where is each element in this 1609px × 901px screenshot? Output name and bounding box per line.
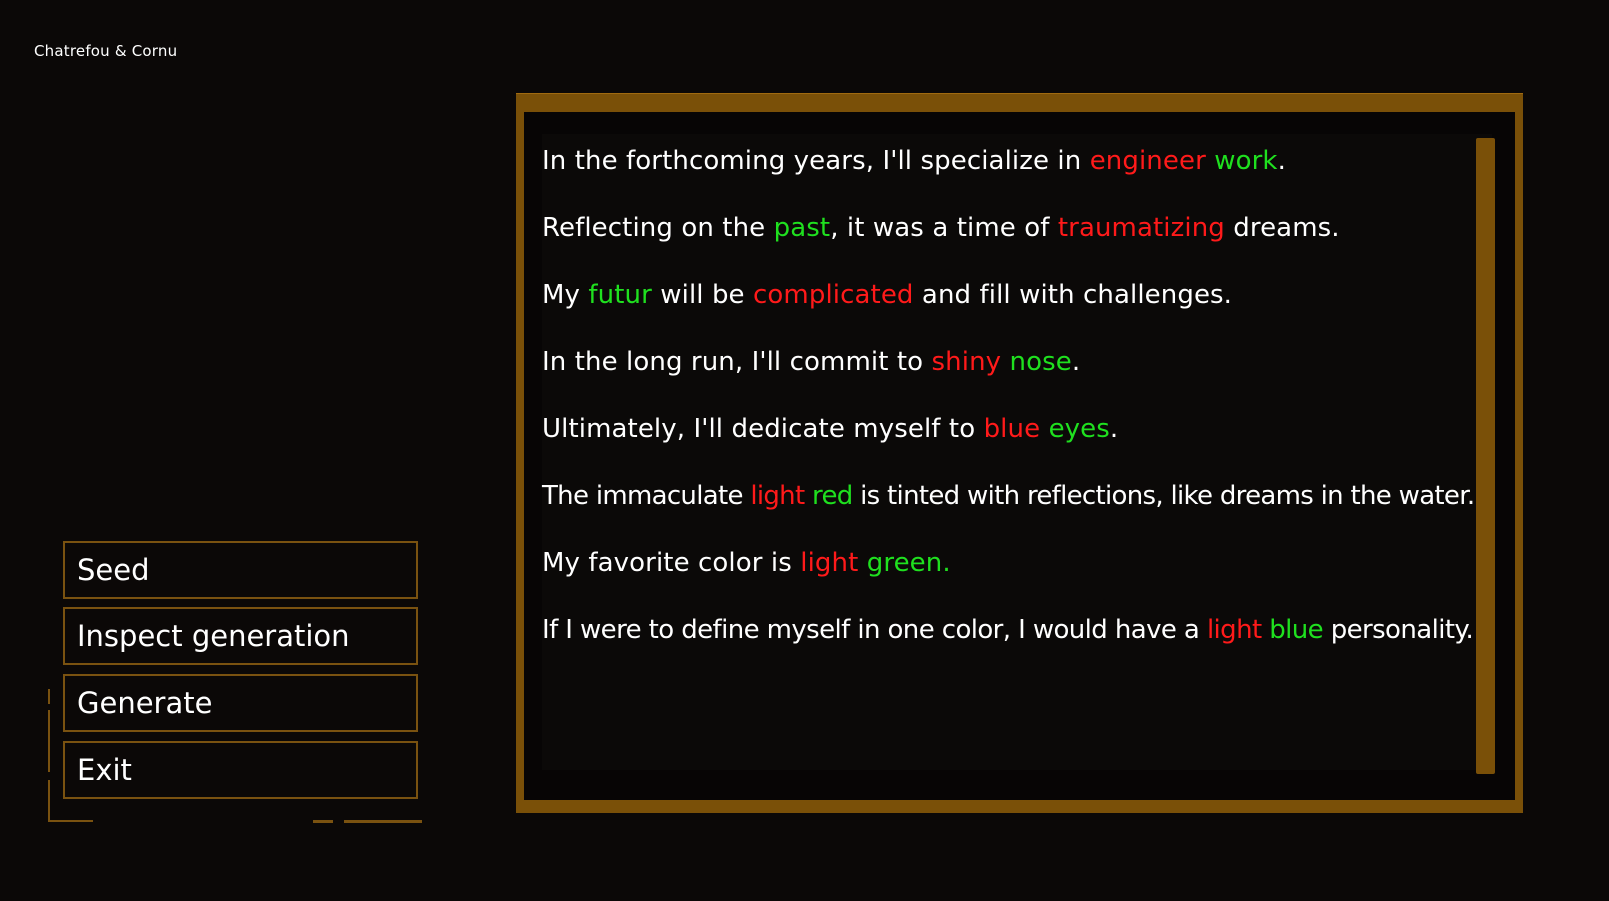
seed-button[interactable]: Seed xyxy=(63,541,418,599)
seed-button-label: Seed xyxy=(77,552,150,587)
generated-text-area: In the forthcoming years, I'll specializ… xyxy=(542,134,1492,770)
text-line-4: In the long run, I'll commit to shiny no… xyxy=(542,347,1081,377)
menu-bracket-bottom-left xyxy=(48,820,93,822)
output-panel-inner: In the forthcoming years, I'll specializ… xyxy=(524,112,1515,800)
text-line-6: The immaculate light red is tinted with … xyxy=(542,481,1475,511)
inspect-generation-label: Inspect generation xyxy=(77,618,350,653)
menu-bracket-bottom-right xyxy=(344,820,422,823)
exit-button-label: Exit xyxy=(77,752,132,787)
generate-button[interactable]: Generate xyxy=(63,674,418,732)
output-panel: In the forthcoming years, I'll specializ… xyxy=(516,93,1523,813)
text-line-5: Ultimately, I'll dedicate myself to blue… xyxy=(542,414,1119,444)
generate-button-label: Generate xyxy=(77,685,213,720)
exit-button[interactable]: Exit xyxy=(63,741,418,799)
text-line-8: If I were to define myself in one color,… xyxy=(542,615,1474,645)
text-line-2: Reflecting on the past, it was a time of… xyxy=(542,213,1340,243)
menu-bracket-left-bottom xyxy=(48,780,50,822)
menu-bracket-left xyxy=(48,710,50,772)
text-line-1: In the forthcoming years, I'll specializ… xyxy=(542,146,1286,176)
scrollbar-thumb[interactable] xyxy=(1476,138,1495,774)
text-line-7: My favorite color is light green. xyxy=(542,548,951,578)
text-line-3: My futur will be complicated and fill wi… xyxy=(542,280,1233,310)
menu-bracket-left-top xyxy=(48,689,50,704)
menu-bracket-bottom-dash xyxy=(313,820,333,823)
inspect-generation-button[interactable]: Inspect generation xyxy=(63,607,418,665)
studio-title: Chatrefou & Cornu xyxy=(34,42,178,60)
